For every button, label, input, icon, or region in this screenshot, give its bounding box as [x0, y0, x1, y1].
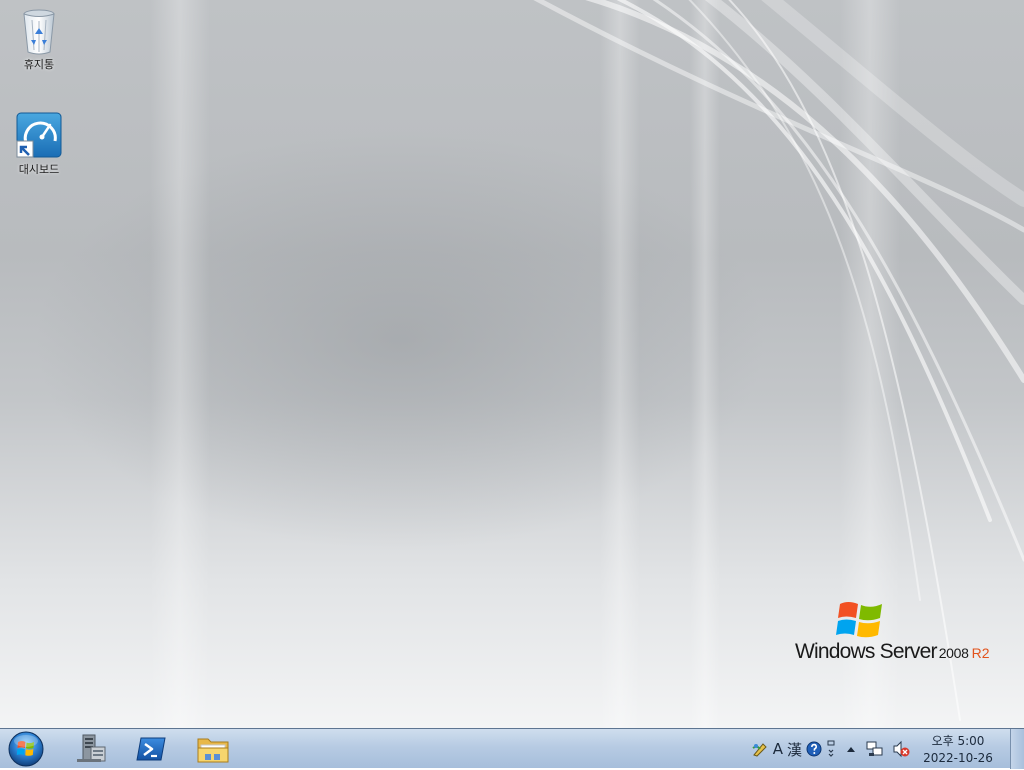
taskbar-server-manager-button[interactable]: [63, 731, 117, 767]
ime-pad-icon: [752, 743, 767, 757]
desktop-icon-label: 휴지통: [23, 58, 55, 71]
powershell-icon: [136, 737, 166, 761]
windows-server-branding: Windows Server 2008 R2: [790, 598, 1010, 668]
taskbar-powershell-button[interactable]: [124, 731, 178, 767]
language-bar-options-button[interactable]: [826, 729, 836, 769]
language-bar-options-icon: [827, 740, 835, 757]
help-icon: [806, 741, 822, 757]
product-wordmark: Windows Server 2008 R2: [795, 640, 990, 664]
system-tray: A 漢 오후 5:00 2022-10-26: [749, 729, 1000, 769]
desktop-icon-label: 대시보드: [18, 163, 60, 176]
ime-pad-button[interactable]: [751, 729, 769, 769]
ime-help-button[interactable]: [806, 729, 822, 769]
dashboard-shortcut-icon: [15, 111, 63, 159]
product-name: Windows Server: [795, 640, 937, 663]
ime-input-mode-button[interactable]: A: [773, 729, 783, 769]
volume-button[interactable]: [892, 729, 910, 769]
taskbar-file-explorer-button[interactable]: [186, 731, 240, 767]
ime-hanja-button[interactable]: 漢: [787, 729, 802, 769]
network-icon: [866, 741, 883, 756]
product-version: 2008: [938, 645, 969, 661]
folder-icon: [197, 738, 229, 763]
network-status-button[interactable]: [866, 729, 884, 769]
desktop[interactable]: 휴지통 대시보드 Windows Server 2008 R2: [0, 0, 1024, 728]
windows-flag-logo: [836, 598, 884, 642]
start-button[interactable]: [3, 729, 49, 769]
taskbar: A 漢 오후 5:00 2022-10-26: [0, 728, 1024, 769]
show-hidden-icons-button[interactable]: [846, 729, 856, 769]
clock-time: 오후 5:00: [931, 734, 985, 748]
chevron-up-icon: [847, 747, 855, 752]
product-edition: R2: [971, 645, 990, 661]
server-manager-icon: [77, 734, 106, 762]
clock[interactable]: 오후 5:00 2022-10-26: [918, 728, 998, 770]
show-desktop-button[interactable]: [1010, 729, 1024, 769]
recycle-bin-icon: [15, 6, 63, 55]
windows-orb-icon: [8, 731, 44, 767]
desktop-icon-dashboard[interactable]: 대시보드: [1, 111, 77, 177]
desktop-icon-recycle-bin[interactable]: 휴지통: [1, 6, 77, 72]
clock-date: 2022-10-26: [923, 751, 993, 765]
volume-muted-icon: [893, 740, 910, 758]
